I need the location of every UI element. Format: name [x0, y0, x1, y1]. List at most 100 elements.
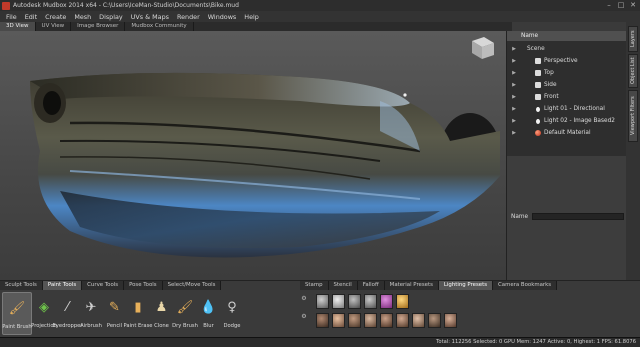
tool-blur[interactable]: 💧 Blur	[197, 292, 220, 335]
tab-object-list[interactable]: Object List	[628, 54, 638, 88]
projection-icon: ◈	[39, 299, 49, 315]
lighting-presets-tray: ⚙ ⚙	[300, 292, 640, 336]
3d-viewport[interactable]	[0, 31, 506, 280]
expand-arrow-icon[interactable]: ▶	[509, 70, 519, 76]
menu-windows[interactable]: Windows	[208, 13, 237, 21]
menu-edit[interactable]: Edit	[25, 13, 37, 21]
tab-paint-tools[interactable]: Paint Tools	[42, 281, 83, 290]
lighting-preset-swatch[interactable]	[412, 313, 425, 328]
tool-dry-brush[interactable]: 🖌 Dry Brush	[172, 292, 198, 335]
view-tabs: 3D View UV View Image Browser Mudbox Com…	[0, 22, 512, 31]
tool-clone[interactable]: ♟ Clone	[150, 292, 173, 335]
menu-create[interactable]: Create	[45, 13, 66, 21]
minimize-icon[interactable]: –	[604, 1, 614, 10]
tab-material-presets[interactable]: Material Presets	[384, 281, 439, 290]
tab-curve-tools[interactable]: Curve Tools	[82, 281, 125, 290]
drybrush-icon: 🖌	[176, 299, 194, 315]
menu-render[interactable]: Render	[177, 13, 200, 21]
lighting-preset-swatch[interactable]	[380, 294, 393, 309]
tab-sculpt-tools[interactable]: Sculpt Tools	[0, 281, 43, 290]
tab-3d-view[interactable]: 3D View	[0, 22, 36, 31]
expand-arrow-icon[interactable]: ▶	[509, 106, 519, 112]
tool-paint-erase[interactable]: ▮ Paint Erase	[124, 292, 153, 335]
tool-dodge[interactable]: ♀ Dodge	[221, 292, 244, 335]
menu-help[interactable]: Help	[244, 13, 259, 21]
lighting-preset-swatch[interactable]	[444, 313, 457, 328]
tab-pose-tools[interactable]: Pose Tools	[124, 281, 163, 290]
tree-row-light-02[interactable]: ▶ Light 02 - Image Based2	[507, 115, 626, 127]
object-tree: ▶ Scene ▶ Perspective ▶ Top ▶ Side ▶ Fro…	[507, 41, 626, 156]
tree-item-label: Scene	[527, 46, 545, 52]
lighting-preset-swatch[interactable]	[396, 294, 409, 309]
clone-icon: ♟	[155, 299, 168, 315]
maximize-icon[interactable]: □	[616, 1, 626, 10]
lighting-preset-swatch[interactable]	[364, 294, 377, 309]
tool-tray-tabs: Sculpt Tools Paint Tools Curve Tools Pos…	[0, 281, 222, 290]
camera-icon	[535, 70, 541, 76]
lighting-preset-swatch[interactable]	[332, 294, 345, 309]
light-bulb-icon	[536, 118, 540, 124]
lighting-preset-swatch[interactable]	[348, 313, 361, 328]
tree-row-scene[interactable]: ▶ Scene	[507, 43, 626, 55]
close-icon[interactable]: ✕	[628, 1, 638, 10]
tab-layers[interactable]: Layers	[628, 26, 638, 52]
expand-arrow-icon[interactable]: ▶	[509, 118, 519, 124]
menu-file[interactable]: File	[6, 13, 17, 21]
viewcube-icon	[472, 37, 494, 59]
expand-arrow-icon[interactable]: ▶	[509, 58, 519, 64]
tree-row-front[interactable]: ▶ Front	[507, 91, 626, 103]
preset-tray-tabs: Stamp Stencil Falloff Material Presets L…	[300, 281, 558, 290]
tree-row-perspective[interactable]: ▶ Perspective	[507, 55, 626, 67]
lighting-preset-swatch[interactable]	[428, 313, 441, 328]
expand-arrow-icon[interactable]: ▶	[509, 94, 519, 100]
menu-display[interactable]: Display	[99, 13, 123, 21]
tab-falloff[interactable]: Falloff	[357, 281, 385, 290]
lighting-preset-swatch[interactable]	[380, 313, 393, 328]
tab-camera-bookmarks[interactable]: Camera Bookmarks	[493, 281, 558, 290]
name-property-field[interactable]	[532, 213, 625, 220]
menu-uvs-maps[interactable]: UVs & Maps	[131, 13, 169, 21]
settings-gear-icon[interactable]: ⚙	[300, 295, 308, 303]
window-controls: – □ ✕	[602, 1, 638, 10]
tree-row-default-material[interactable]: ▶ Default Material	[507, 127, 626, 139]
menu-mesh[interactable]: Mesh	[74, 13, 91, 21]
tab-image-browser[interactable]: Image Browser	[71, 22, 126, 31]
tab-uv-view[interactable]: UV View	[36, 22, 72, 31]
expand-arrow-icon[interactable]: ▶	[509, 46, 519, 52]
name-property-row: Name	[511, 213, 625, 220]
name-column-header[interactable]: Name	[521, 33, 538, 39]
airbrush-icon: ✈	[85, 299, 97, 315]
tool-paint-brush[interactable]: 🖌 Paint Brush	[2, 292, 32, 335]
settings-gear-icon[interactable]: ⚙	[300, 313, 308, 321]
expand-arrow-icon[interactable]: ▶	[509, 82, 519, 88]
lighting-preset-swatch[interactable]	[364, 313, 377, 328]
tab-lighting-presets[interactable]: Lighting Presets	[438, 281, 494, 290]
tab-stamp[interactable]: Stamp	[300, 281, 329, 290]
tree-row-light-01[interactable]: ▶ Light 01 - Directional	[507, 103, 626, 115]
lighting-preset-swatch[interactable]	[396, 313, 409, 328]
tree-row-side[interactable]: ▶ Side	[507, 79, 626, 91]
camera-icon	[535, 94, 541, 100]
lighting-preset-swatch[interactable]	[316, 294, 329, 309]
blur-icon: 💧	[200, 299, 217, 315]
eraser-icon: ▮	[134, 299, 142, 315]
tree-item-label: Default Material	[544, 130, 591, 136]
tab-viewport-filters[interactable]: Viewport Filters	[628, 90, 638, 142]
expand-arrow-icon[interactable]: ▶	[509, 130, 519, 136]
tool-eyedropper[interactable]: ⁄ Eyedropper	[53, 292, 83, 335]
camera-icon	[535, 58, 541, 64]
lighting-preset-swatch[interactable]	[332, 313, 345, 328]
tree-item-label: Front	[544, 94, 559, 100]
tree-item-label: Side	[544, 82, 557, 88]
tab-mudbox-community[interactable]: Mudbox Community	[125, 22, 194, 31]
tree-row-top[interactable]: ▶ Top	[507, 67, 626, 79]
lighting-preset-swatch[interactable]	[348, 294, 361, 309]
lighting-preset-swatch[interactable]	[316, 313, 329, 328]
object-list-header: Name	[507, 31, 626, 41]
object-list-panel: Name ▶ Scene ▶ Perspective ▶ Top ▶ Side …	[506, 31, 626, 280]
tree-item-label: Light 02 - Image Based2	[544, 118, 615, 124]
status-text: Total: 112256 Selected: 0 GPU Mem: 1247 …	[436, 339, 636, 345]
tab-select-move-tools[interactable]: Select/Move Tools	[162, 281, 222, 290]
tab-stencil[interactable]: Stencil	[328, 281, 358, 290]
tool-airbrush[interactable]: ✈ Airbrush	[80, 292, 103, 335]
